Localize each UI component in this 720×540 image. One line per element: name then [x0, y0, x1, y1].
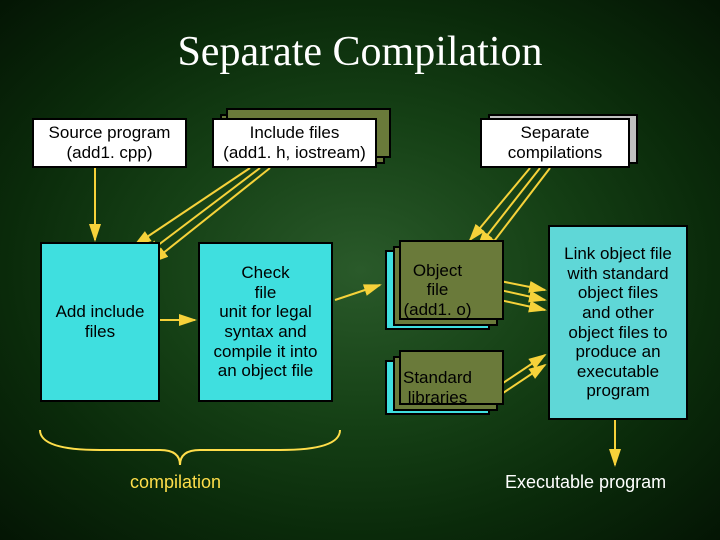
separate-compilations-box: Separate compilations: [480, 118, 630, 168]
add-include-files-box: Add include files: [40, 242, 160, 402]
executable-program-label: Executable program: [505, 472, 666, 493]
object-file-box: Object file (add1. o): [385, 250, 490, 330]
compilation-label: compilation: [130, 472, 221, 493]
slide-title: Separate Compilation: [0, 28, 720, 76]
check-file-box: Check file unit for legal syntax and com…: [198, 242, 333, 402]
link-object-box: Link object file with standard object fi…: [548, 225, 688, 420]
source-program-box: Source program (add1. cpp): [32, 118, 187, 168]
include-files-box: Include files (add1. h, iostream): [212, 118, 377, 168]
standard-libraries-box: Standard libraries: [385, 360, 490, 415]
